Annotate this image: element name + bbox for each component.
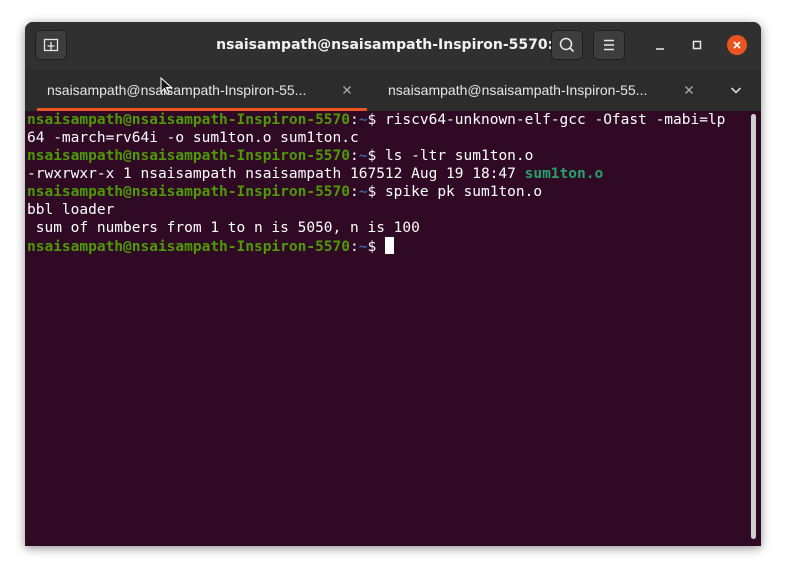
prompt-symbol: $ [367,148,385,164]
tab-label: nsaisampath@nsaisampath-Inspiron-55... [388,82,648,98]
prompt-user-host: nsaisampath@nsaisampath-Inspiron-5570 [27,239,351,255]
output-text: bbl loader [27,202,115,218]
prompt-separator: : [350,148,359,164]
prompt-separator: : [350,239,359,255]
close-button[interactable] [727,35,747,55]
command-text: 64 -march=rv64i -o sum1ton.o sum1ton.c [27,130,359,146]
maximize-button[interactable] [687,35,707,55]
window-title: nsaisampath@nsaisampath-Inspiron-5570: ~ [216,37,570,53]
search-button[interactable] [551,30,583,60]
maximize-icon [692,40,702,50]
prompt-symbol: $ [367,112,385,128]
command-text: spike pk sum1ton.o [384,184,543,200]
tab-terminal-2[interactable]: nsaisampath@nsaisampath-Inspiron-55... [366,69,706,111]
menu-button[interactable] [593,30,625,60]
tab-terminal-1[interactable]: nsaisampath@nsaisampath-Inspiron-55... [25,69,375,111]
close-icon [733,41,741,49]
hamburger-menu-icon [604,39,614,51]
prompt-separator: : [350,184,359,200]
prompt-user-host: nsaisampath@nsaisampath-Inspiron-5570 [27,148,351,164]
terminal-line: nsaisampath@nsaisampath-Inspiron-5570:~$… [27,183,753,201]
command-text: ls -ltr sum1ton.o [384,148,534,164]
tab-label: nsaisampath@nsaisampath-Inspiron-55... [47,82,307,98]
terminal-line: sum of numbers from 1 to n is 5050, n is… [27,219,753,237]
minimize-button[interactable] [650,35,670,55]
tab-close-icon[interactable] [681,82,697,98]
terminal-output[interactable]: nsaisampath@nsaisampath-Inspiron-5570:~$… [25,111,753,546]
minimize-icon [656,48,664,50]
terminal-line: nsaisampath@nsaisampath-Inspiron-5570:~$… [27,111,753,129]
mouse-pointer-icon [160,77,173,95]
terminal-window: nsaisampath@nsaisampath-Inspiron-5570: ~ [25,22,761,546]
terminal-line: nsaisampath@nsaisampath-Inspiron-5570:~$… [27,147,753,165]
search-icon [559,37,575,53]
executable-filename: sum1ton.o [524,166,604,182]
tab-close-icon[interactable] [339,82,355,98]
prompt-user-host: nsaisampath@nsaisampath-Inspiron-5570 [27,184,351,200]
terminal-line: bbl loader [27,201,753,219]
output-text: -rwxrwxr-x 1 nsaisampath nsaisampath 167… [27,166,525,182]
terminal-line: 64 -march=rv64i -o sum1ton.o sum1ton.c [27,129,753,147]
tab-bar: nsaisampath@nsaisampath-Inspiron-55... n… [25,69,761,111]
command-text: riscv64-unknown-elf-gcc -Ofast -mabi=lp [384,112,726,128]
text-cursor [384,237,394,254]
terminal-line: -rwxrwxr-x 1 nsaisampath nsaisampath 167… [27,165,753,183]
terminal-line: nsaisampath@nsaisampath-Inspiron-5570:~$ [27,237,753,255]
prompt-separator: : [350,112,359,128]
new-tab-icon [43,38,59,52]
title-bar: nsaisampath@nsaisampath-Inspiron-5570: ~ [25,22,761,69]
new-tab-button[interactable] [35,30,67,60]
output-text: sum of numbers from 1 to n is 5050, n is… [27,220,420,236]
prompt-user-host: nsaisampath@nsaisampath-Inspiron-5570 [27,112,351,128]
prompt-symbol: $ [367,239,385,255]
scrollbar[interactable] [751,114,756,539]
prompt-symbol: $ [367,184,385,200]
chevron-down-icon[interactable] [728,82,744,98]
